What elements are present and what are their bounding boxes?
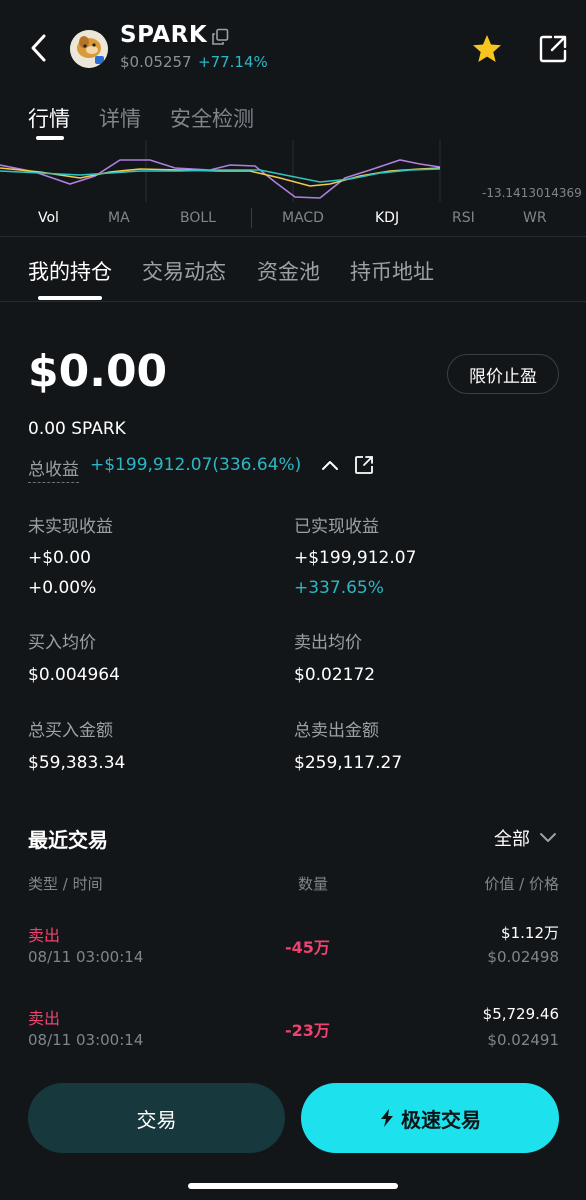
avg-sell-price-label: 卖出均价 (294, 633, 362, 653)
fast-trade-label: 极速交易 (401, 1107, 481, 1132)
kdj-j-line (0, 159, 441, 199)
trade-value: $5,729.46 (482, 1005, 559, 1023)
indicator-tab-wr[interactable]: WR (523, 210, 547, 226)
trade-side: 卖出 (28, 1009, 61, 1028)
total-buy-amount-label: 总买入金额 (28, 721, 113, 741)
total-sell-amount-value: $259,117.27 (294, 753, 403, 773)
star-icon[interactable] (470, 32, 504, 66)
avg-buy-price-label: 买入均价 (28, 633, 96, 653)
tab-details[interactable]: 详情 (99, 103, 141, 133)
unrealized-pnl-value: +$0.00 (28, 548, 91, 568)
trade-time: 08/11 03:00:14 (28, 948, 144, 966)
column-header-value-price: 价值 / 价格 (484, 875, 559, 893)
trade-price: $0.02498 (487, 948, 559, 966)
indicator-tab-rsi[interactable]: RSI (452, 210, 475, 226)
tab-liquidity-pool[interactable]: 资金池 (257, 256, 320, 286)
indicator-readout: -13.1413014369 (482, 186, 582, 200)
column-header-quantity: 数量 (298, 875, 329, 893)
back-button[interactable] (26, 30, 52, 66)
indicator-separator (251, 208, 252, 228)
trade-quantity: -23万 (285, 1021, 330, 1040)
trade-time: 08/11 03:00:14 (28, 1031, 144, 1049)
tab-holder-addresses[interactable]: 持币地址 (350, 256, 434, 286)
divider (0, 301, 586, 302)
trade-value: $1.12万 (501, 924, 559, 942)
token-name: SPARK (120, 22, 208, 48)
chevron-up-icon[interactable] (320, 455, 340, 475)
column-header-type-time: 类型 / 时间 (28, 875, 103, 893)
total-pnl-value: +$199,912.07(336.64%) (90, 455, 302, 475)
section-tab-indicator (38, 296, 102, 300)
realized-pnl-label: 已实现收益 (294, 517, 379, 537)
indicator-tab-macd[interactable]: MACD (282, 210, 324, 226)
trade-price: $0.02491 (487, 1031, 559, 1049)
indicator-tab-vol[interactable]: Vol (38, 210, 59, 226)
token-price: $0.05257 (120, 53, 192, 71)
recent-trades-title: 最近交易 (28, 828, 108, 852)
total-sell-amount-label: 总卖出金额 (294, 721, 379, 741)
trade-quantity: -45万 (285, 938, 330, 957)
back-icon (31, 34, 46, 62)
home-indicator (188, 1183, 398, 1189)
trade-button[interactable]: 交易 (28, 1083, 285, 1153)
divider (0, 236, 586, 237)
copy-icon[interactable] (211, 28, 229, 46)
indicator-tab-ma[interactable]: MA (108, 210, 130, 226)
unrealized-pnl-percent: +0.00% (28, 578, 97, 598)
fast-trade-button[interactable]: 极速交易 (301, 1083, 559, 1153)
indicator-tab-boll[interactable]: BOLL (180, 210, 216, 226)
holding-balance: $0.00 (28, 346, 168, 397)
realized-pnl-value: +$199,912.07 (294, 548, 417, 568)
share-icon[interactable] (538, 34, 568, 64)
indicator-tab-kdj[interactable]: KDJ (375, 210, 399, 226)
tab-trade-activity[interactable]: 交易动态 (142, 256, 226, 286)
total-pnl-label[interactable]: 总收益 (28, 455, 79, 483)
share-pnl-icon[interactable] (354, 455, 374, 475)
token-price-change: +77.14% (198, 53, 268, 71)
tab-security-check[interactable]: 安全检测 (170, 103, 254, 133)
trade-filter-dropdown[interactable]: 全部 (494, 825, 530, 851)
avg-sell-price-value: $0.02172 (294, 665, 376, 685)
holding-quantity: 0.00 SPARK (28, 419, 126, 439)
chevron-down-icon[interactable] (538, 827, 558, 847)
tab-market[interactable]: 行情 (28, 103, 70, 133)
token-logo (70, 30, 108, 68)
lightning-icon (381, 1109, 393, 1127)
total-buy-amount-value: $59,383.34 (28, 753, 126, 773)
trade-side: 卖出 (28, 926, 61, 945)
avg-buy-price-value: $0.004964 (28, 665, 120, 685)
tab-my-holdings[interactable]: 我的持仓 (28, 256, 112, 286)
take-profit-limit-button[interactable]: 限价止盈 (447, 354, 559, 394)
realized-pnl-percent: +337.65% (294, 578, 384, 598)
unrealized-pnl-label: 未实现收益 (28, 517, 113, 537)
